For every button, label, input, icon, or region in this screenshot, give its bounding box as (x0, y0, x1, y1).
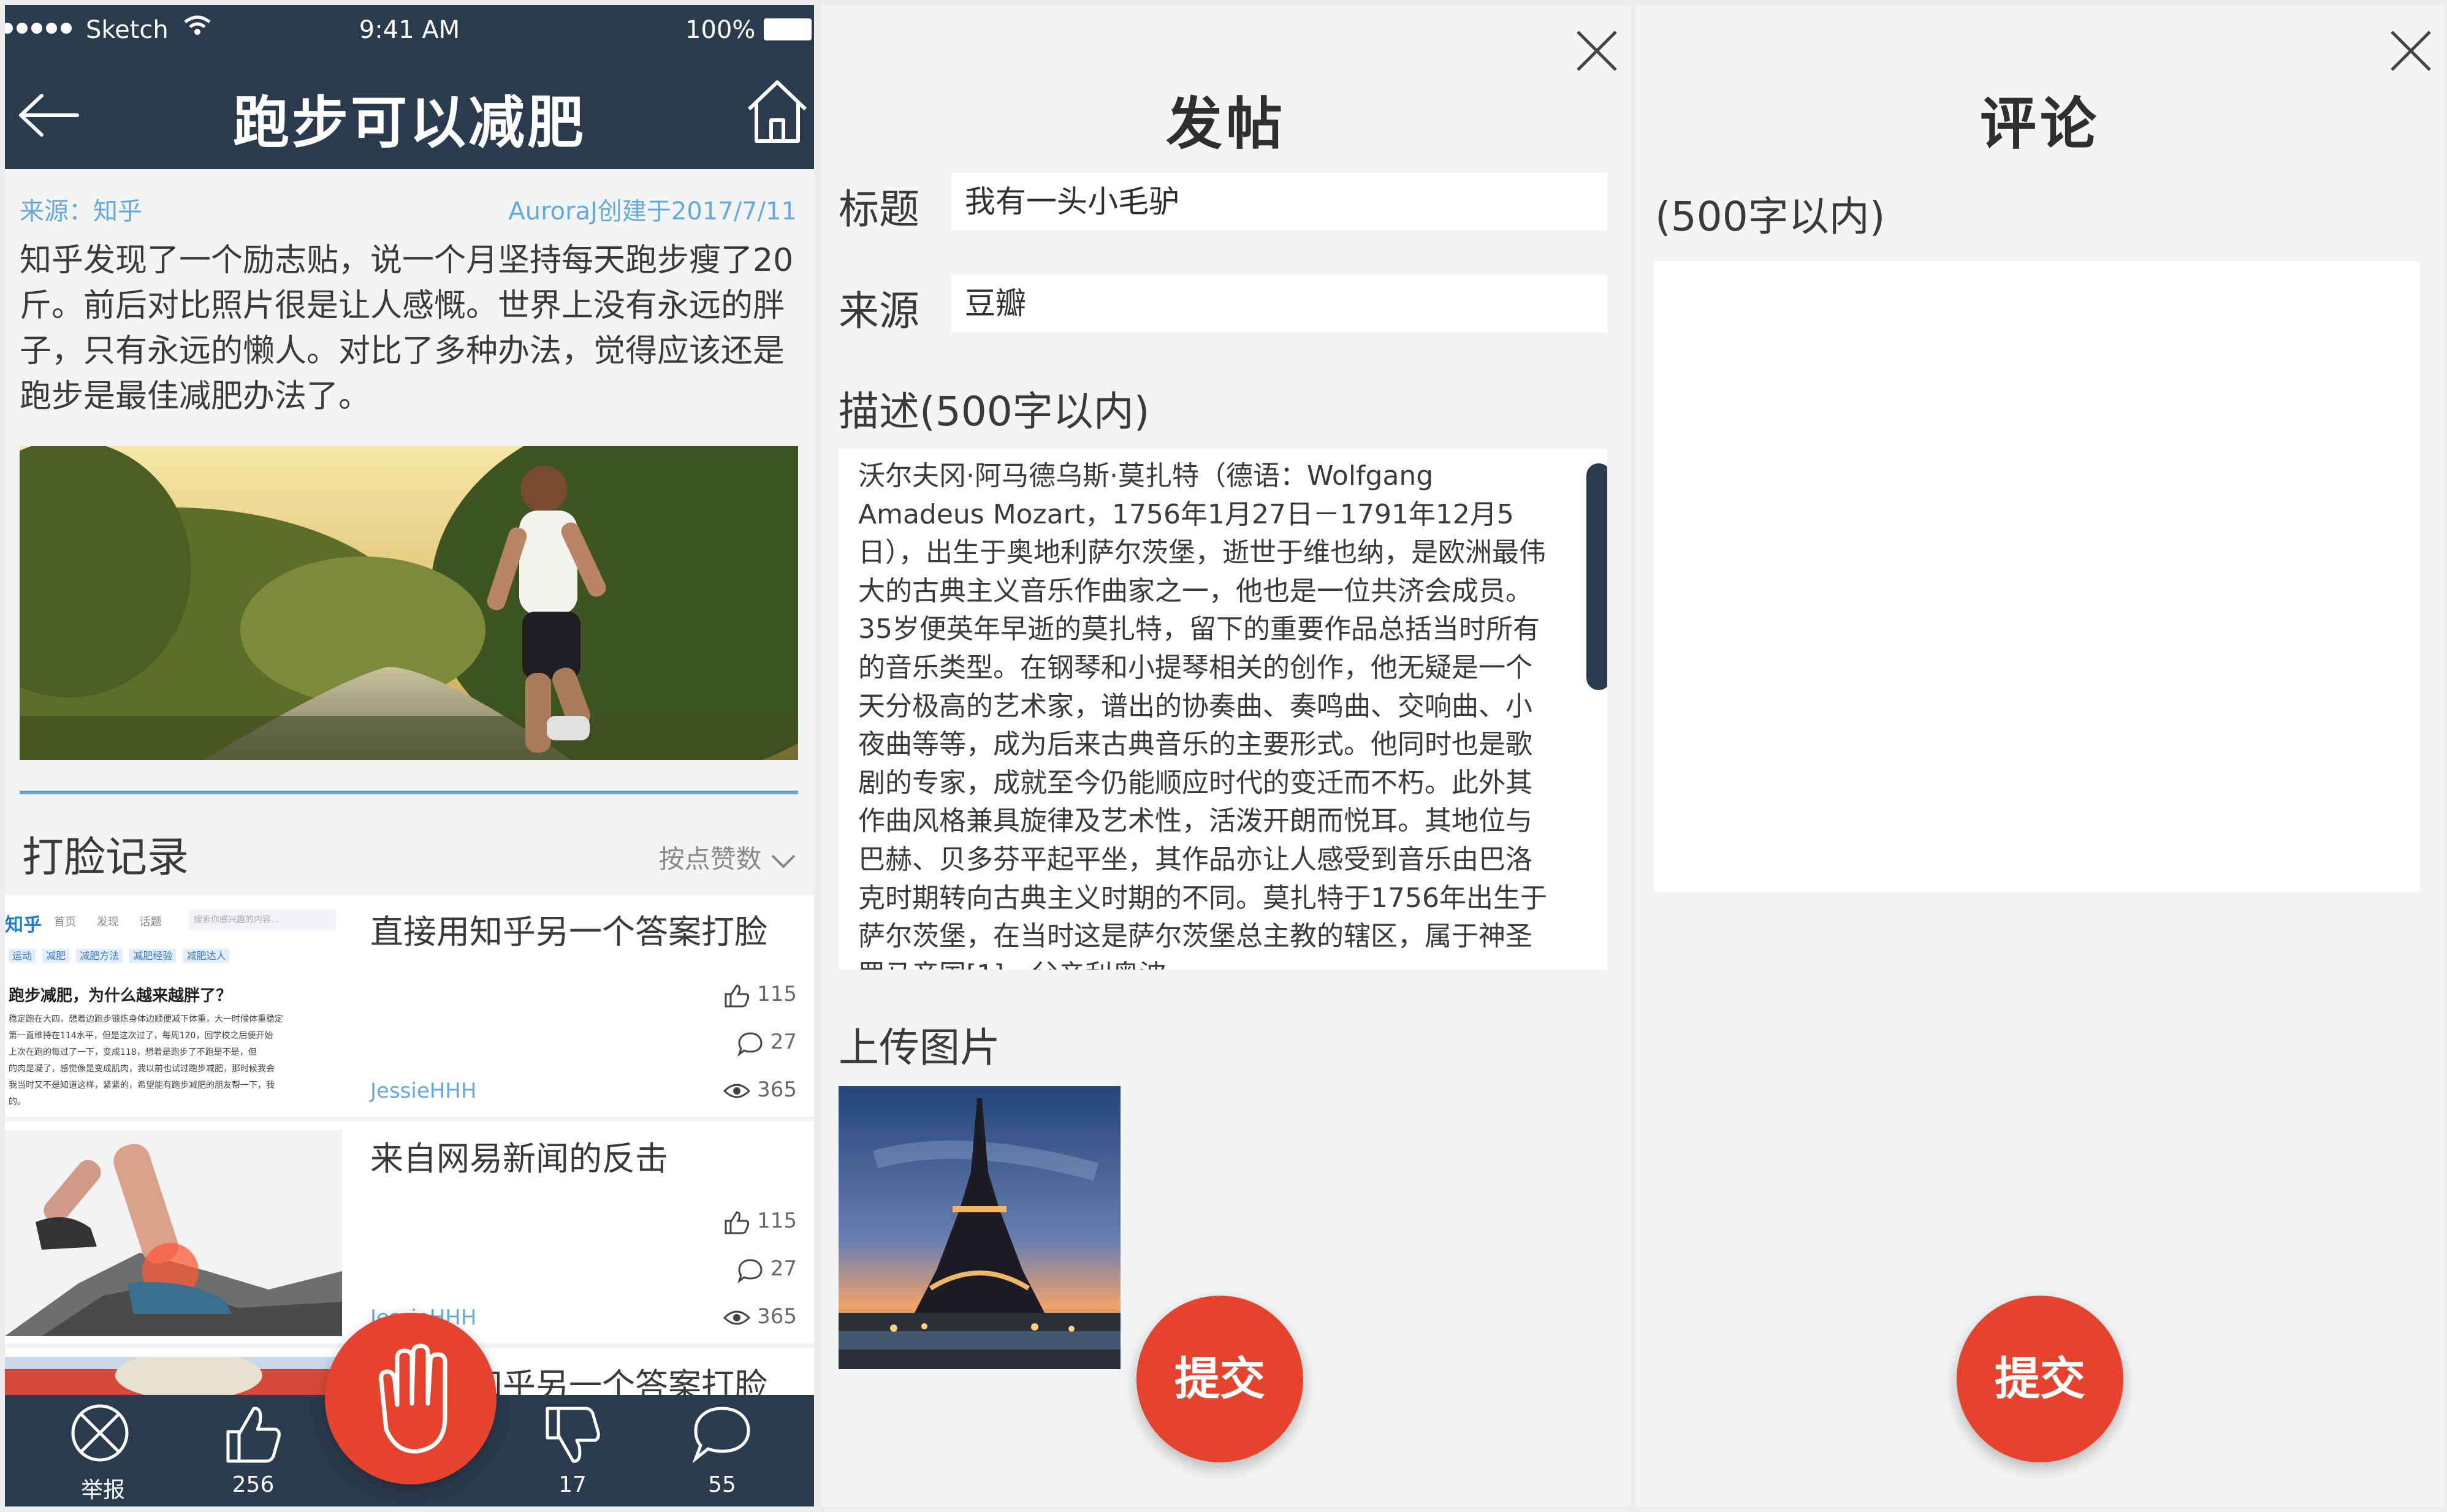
thumbs-up-icon (725, 984, 750, 1007)
close-button[interactable] (2389, 29, 2432, 75)
close-icon (2391, 31, 2431, 71)
close-button[interactable] (1575, 29, 1618, 75)
battery-percent: 100% (685, 16, 756, 44)
comment-title: 评论 (1979, 91, 2100, 157)
slap-button[interactable] (325, 1313, 497, 1484)
zhihu-logo: 知乎 (5, 914, 42, 936)
thumbs-up-icon (725, 1210, 750, 1234)
comment-textarea[interactable] (1654, 261, 2420, 892)
post-photo (20, 446, 798, 760)
comment-icon (737, 1258, 763, 1283)
battery-icon (764, 18, 812, 40)
dislike-button[interactable]: 17 (536, 1402, 609, 1497)
dislike-count: 17 (558, 1472, 587, 1497)
list-item[interactable]: 来自网易新闻的反击 115 27 365 JessieHHH (5, 1122, 814, 1343)
comment-icon (692, 1407, 750, 1464)
card-thumbnail (5, 1130, 342, 1336)
description-text: 沃尔夫冈·阿马德乌斯·莫扎特（德语：Wolfgang Amadeus Mozar… (858, 460, 1547, 970)
card-title: 直接用知乎另一个答案打脸 (370, 913, 767, 951)
report-button[interactable]: 举报 (66, 1402, 140, 1504)
navigation-bar: Sketch 9:41 AM 100% 跑步可以减肥 (5, 5, 814, 169)
view-stat: 365 (723, 1304, 797, 1329)
submit-button[interactable]: 提交 (1136, 1296, 1303, 1462)
list-item[interactable]: 知乎 首页 发现 话题 搜索你感兴趣的内容... 运动 减肥 减肥方法 减肥经验… (5, 895, 814, 1117)
card-author: JessieHHH (370, 1079, 477, 1103)
compose-title: 发帖 (1165, 91, 1286, 157)
comment-count: 55 (708, 1472, 736, 1497)
comment-stat: 27 (737, 1030, 797, 1057)
post-body: 知乎发现了一个励志贴，说一个月坚持每天跑步瘦了20斤。前后对比照片很是让人感慨。… (20, 242, 794, 415)
eye-icon (723, 1310, 751, 1324)
sort-dropdown[interactable]: 按点赞数 (659, 838, 797, 876)
post-created: AuroraJ创建于2017/7/11 (508, 197, 797, 226)
page-title: 跑步可以减肥 (232, 90, 586, 156)
source-input[interactable]: 豆瓣 (951, 275, 1607, 332)
card-thumbnail: 知乎 首页 发现 话题 搜索你感兴趣的内容... 运动 减肥 减肥方法 减肥经验… (5, 903, 342, 1109)
feed-panel: Sketch 9:41 AM 100% 跑步可以减肥 来源：知乎 AuroraJ… (5, 5, 814, 1506)
eye-icon (723, 1084, 751, 1098)
description-textarea[interactable]: 沃尔夫冈·阿马德乌斯·莫扎特（德语：Wolfgang Amadeus Mozar… (839, 449, 1607, 970)
home-button[interactable] (745, 77, 809, 147)
home-icon (747, 80, 807, 143)
hand-icon (379, 1343, 447, 1454)
comment-stat: 27 (737, 1256, 797, 1283)
comment-icon (737, 1031, 763, 1057)
submit-button[interactable]: 提交 (1957, 1296, 2123, 1462)
like-stat: 115 (723, 1209, 797, 1234)
card-title: 来自网易新闻的反击 (370, 1139, 668, 1178)
description-label: 描述(500字以内) (839, 388, 1150, 435)
title-label: 标题 (839, 186, 919, 233)
scrollbar[interactable] (1586, 463, 1607, 690)
thumbs-up-icon (226, 1407, 281, 1463)
chevron-down-icon (771, 854, 796, 868)
thumb-search: 搜索你感兴趣的内容... (189, 910, 336, 930)
sort-label: 按点赞数 (658, 844, 762, 874)
report-label: 举报 (80, 1478, 125, 1503)
source-label: 来源 (839, 287, 919, 335)
compose-panel: 发帖 标题 我有一头小毛驴 来源 豆瓣 描述(500字以内) 沃尔夫冈·阿马德乌… (821, 5, 1631, 1506)
upload-label: 上传图片 (839, 1024, 1000, 1071)
comment-button[interactable]: 55 (685, 1402, 759, 1497)
title-input[interactable]: 我有一头小毛驴 (951, 173, 1607, 230)
thumbs-down-icon (546, 1407, 600, 1463)
close-icon (1577, 31, 1617, 71)
like-button[interactable]: 256 (216, 1402, 290, 1497)
section-divider (20, 791, 798, 794)
like-count: 256 (232, 1472, 275, 1497)
comment-panel: 评论 (500字以内) 提交 (1635, 5, 2445, 1506)
section-title: 打脸记录 (22, 834, 189, 882)
like-stat: 115 (723, 982, 797, 1008)
thumb-headline: 跑步减肥，为什么越来越胖了？ (9, 987, 232, 1005)
uploaded-image[interactable] (839, 1086, 1121, 1369)
view-stat: 365 (723, 1077, 797, 1102)
comment-limit-label: (500字以内) (1655, 193, 1886, 240)
post-source: 来源：知乎 (20, 197, 142, 226)
report-icon (71, 1404, 129, 1462)
